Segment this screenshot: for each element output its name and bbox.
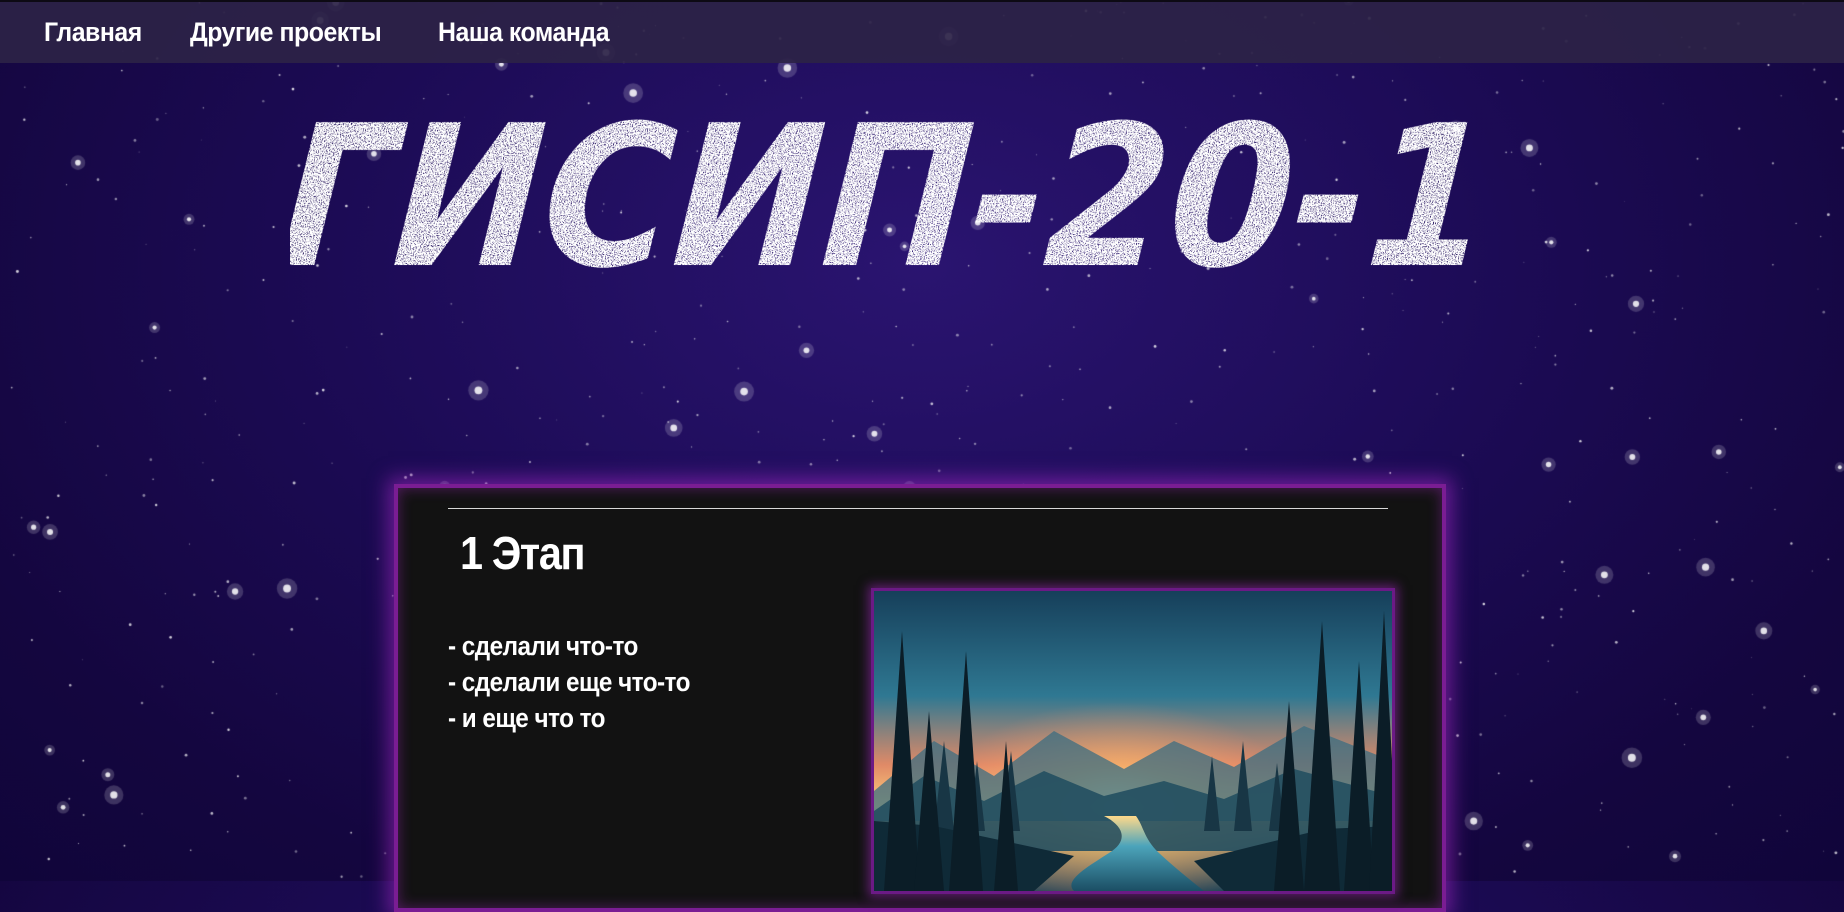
card-divider [448,508,1388,509]
list-item: - сделали что-то [448,631,638,661]
list-item: - и еще что то [448,703,606,733]
nav-link-our-team[interactable]: Наша команда [438,17,610,48]
hero-title: ГИСИП-20-1 [290,80,1520,290]
top-navbar: Главная Другие проекты Наша команда [0,0,1844,63]
nav-link-home[interactable]: Главная [44,17,142,48]
hero-title-text: ГИСИП-20-1 [290,84,1500,290]
list-item: - сделали еще что-то [448,667,690,697]
stage-achievements-list: - сделали что-то - сделали еще что-то - … [448,628,717,736]
forest-landscape-image [871,588,1395,894]
stage-card: 1 Этап - сделали что-то - сделали еще чт… [394,484,1446,912]
stage-title: 1 Этап [460,527,586,579]
nav-link-other-projects[interactable]: Другие проекты [190,17,382,48]
